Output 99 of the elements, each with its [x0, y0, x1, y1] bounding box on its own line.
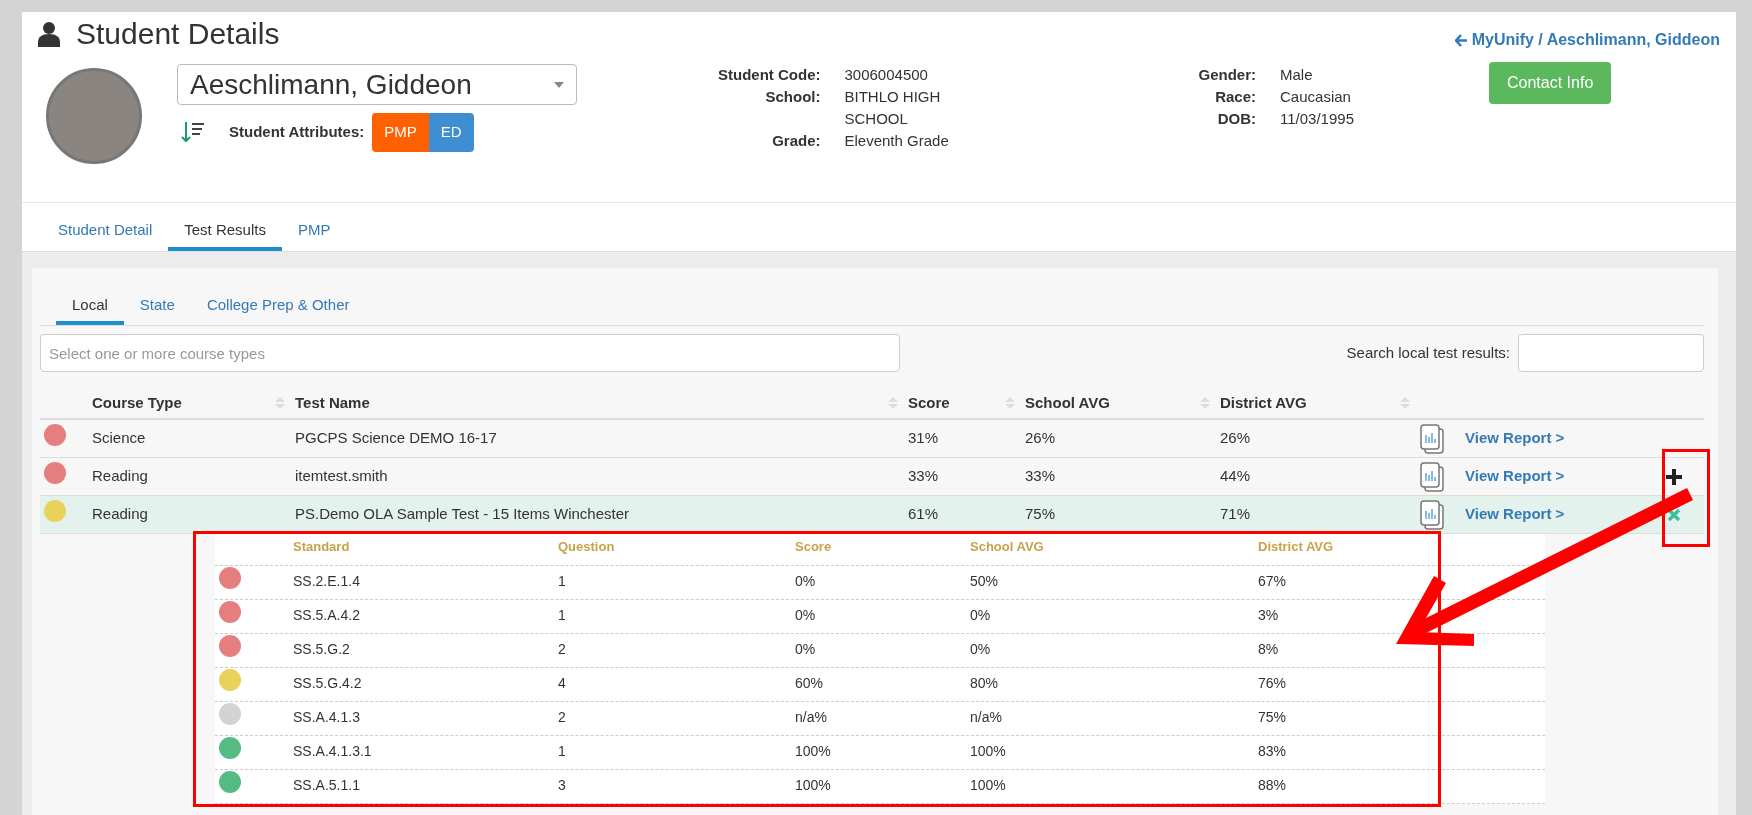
table-cell-text: 8%	[1258, 639, 1280, 659]
detail-label: School:	[764, 87, 821, 107]
arrow-left-icon	[1454, 33, 1468, 47]
table-cell-text: SS.5.A.4.2	[293, 605, 361, 625]
table-cell-text: SS.5.G.4.2	[293, 673, 363, 693]
table-cell-text: itemtest.smith	[295, 466, 389, 487]
breadcrumb-link[interactable]: MyUnify / Aeschlimann, Giddeon	[1454, 28, 1720, 52]
contact-info-button[interactable]: Contact Info	[1489, 62, 1612, 104]
report-icon[interactable]	[1420, 461, 1444, 492]
tab[interactable]: Student Detail	[42, 213, 169, 251]
detail-value: 11/03/1995	[1280, 109, 1355, 129]
sort-list-icon[interactable]	[181, 121, 205, 144]
detail-label: DOB:	[1216, 109, 1256, 129]
table-cell-text: 1	[558, 571, 567, 591]
detail-label: Gender:	[1198, 65, 1256, 85]
table-cell-text: 0%	[795, 571, 817, 591]
table-cell-text: 33%	[1025, 466, 1057, 487]
detail-label: Grade:	[771, 131, 821, 151]
table-cell-text: 100%	[970, 775, 1007, 795]
table-cell-text: 50%	[970, 571, 1000, 591]
table-cell-text: Reading	[92, 466, 149, 487]
table-cell-text: 100%	[795, 775, 832, 795]
detail-value: Caucasian	[1280, 87, 1352, 107]
table-cell-text: n/a%	[795, 707, 828, 727]
person-icon	[38, 21, 60, 47]
view-report-link[interactable]: View Report >	[1465, 466, 1565, 486]
table-cell-text: 61%	[908, 504, 940, 525]
table-cell-text: 0%	[795, 605, 817, 625]
table-cell-text: 4	[558, 673, 567, 693]
course-type-field[interactable]: Select one or more course types	[40, 334, 900, 372]
table-cell-text: 0%	[970, 639, 992, 659]
attributes-label: Student Attributes:	[229, 122, 365, 142]
table-cell-text: 75%	[1258, 707, 1288, 727]
table-cell-text: Reading	[92, 504, 149, 525]
table-cell-text: 1	[558, 605, 567, 625]
attribute-tag[interactable]: ED	[428, 113, 474, 152]
tab[interactable]: Local	[56, 287, 124, 325]
table-cell-text: 3%	[1258, 605, 1280, 625]
table-cell-text: 60%	[795, 673, 825, 693]
report-icon[interactable]	[1420, 423, 1444, 454]
column-header: Standard	[293, 537, 351, 556]
table-cell-text: SS.A.4.1.3	[293, 707, 361, 727]
table-cell-text: 80%	[970, 673, 1000, 693]
column-header[interactable]: District AVG	[1220, 391, 1307, 415]
search-label: Search local test results:	[1346, 342, 1510, 363]
view-report-link[interactable]: View Report >	[1465, 428, 1565, 448]
table-cell-text: 83%	[1258, 741, 1288, 761]
column-header: Score	[795, 537, 833, 556]
tab[interactable]: College Prep & Other	[190, 287, 366, 325]
table-cell-text: PS.Demo OLA Sample Test - 15 Items Winchester	[295, 504, 631, 525]
detail-label: Student Code:	[718, 65, 821, 85]
table-cell-text: 67%	[1258, 571, 1288, 591]
plus-icon[interactable]	[1666, 469, 1682, 486]
detail-value: Eleventh Grade	[844, 131, 950, 151]
caret-icon[interactable]	[554, 81, 564, 88]
table-cell-text: 44%	[1220, 466, 1252, 487]
table-cell-text: SS.5.G.2	[293, 639, 351, 659]
tab[interactable]: PMP	[281, 213, 347, 251]
column-header: District AVG	[1258, 537, 1335, 556]
table-cell-text: 31%	[908, 428, 940, 449]
attribute-tag[interactable]: PMP	[372, 113, 429, 152]
table-cell-text: 100%	[970, 741, 1007, 761]
table-cell-text: 26%	[1025, 428, 1057, 449]
column-header: Question	[558, 537, 616, 556]
column-header[interactable]: School AVG	[1025, 391, 1110, 415]
column-header: School AVG	[970, 537, 1045, 556]
table-cell-text: 100%	[795, 741, 832, 761]
table-cell-text: 2	[558, 639, 567, 659]
detail-value: 3006004500	[844, 65, 929, 85]
student-select[interactable]: Aeschlimann, Giddeon	[177, 64, 577, 105]
table-cell-text: SS.2.E.1.4	[293, 571, 361, 591]
table-cell-text: SS.A.5.1.1	[293, 775, 361, 795]
table-cell-text: 33%	[908, 466, 940, 487]
tab[interactable]: State	[123, 287, 191, 325]
column-header[interactable]: Test Name	[295, 391, 370, 415]
table-cell-text: SS.A.4.1.3.1	[293, 741, 373, 761]
table-cell-text: 1	[558, 741, 567, 761]
table-cell-text: 71%	[1220, 504, 1252, 525]
close-icon[interactable]	[1667, 508, 1681, 523]
table-cell-text: 26%	[1220, 428, 1252, 449]
report-icon[interactable]	[1420, 499, 1444, 530]
detail-value: BITHLO HIGH SCHOOL	[844, 87, 942, 129]
table-cell-text: 0%	[795, 639, 817, 659]
table-cell-text: 76%	[1258, 673, 1288, 693]
table-cell-text: 75%	[1025, 504, 1057, 525]
table-cell-text: n/a%	[970, 707, 1003, 727]
table-cell-text: 3	[558, 775, 567, 795]
detail-value: Male	[1280, 65, 1314, 85]
table-cell-text: 0%	[970, 605, 992, 625]
search-field[interactable]	[1518, 334, 1704, 372]
table-cell-text: PGCPS Science DEMO 16-17	[295, 428, 498, 449]
column-header[interactable]: Course Type	[92, 391, 182, 415]
table-cell-text: 88%	[1258, 775, 1288, 795]
table-cell-text: Science	[92, 428, 147, 449]
table-cell-text: 2	[558, 707, 567, 727]
column-header[interactable]: Score	[908, 391, 950, 415]
view-report-link[interactable]: View Report >	[1465, 504, 1565, 524]
detail-label: Race:	[1214, 87, 1256, 107]
page-title: Student Details	[76, 16, 280, 52]
